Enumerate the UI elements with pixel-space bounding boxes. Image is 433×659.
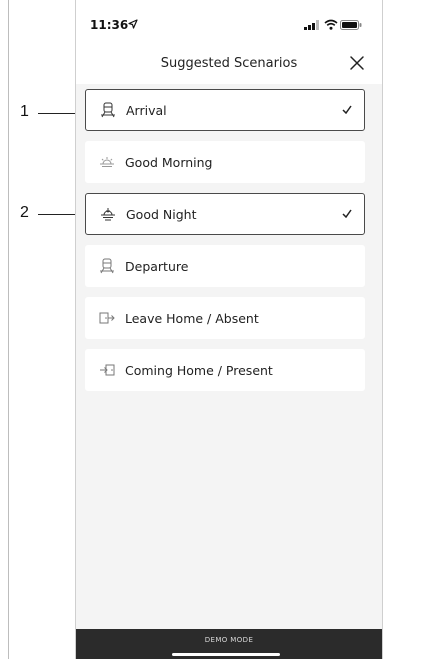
arrival-icon (101, 102, 115, 118)
scenario-item-good-night[interactable]: Good Night (85, 193, 365, 235)
coming-home-icon (100, 364, 115, 376)
scenario-item-leave-home[interactable]: Leave Home / Absent (85, 297, 365, 339)
scenario-label: Leave Home / Absent (125, 310, 259, 326)
page-title: Suggested Scenarios (160, 56, 298, 71)
scenario-item-good-morning[interactable]: Good Morning (85, 141, 365, 183)
demo-mode-label: DEMO MODE (204, 636, 254, 644)
scenario-label: Coming Home / Present (125, 362, 273, 378)
frame-left-line (8, 0, 9, 659)
scenario-label: Good Night (126, 206, 197, 222)
callout-number-1: 1 (20, 103, 29, 120)
sunset-icon (101, 208, 115, 221)
sunrise-icon (100, 157, 114, 167)
phone-screen: 11:36 Suggested Scenarios Arrival Good M… (75, 0, 383, 659)
scenario-list: Arrival Good Morning Good Night Departur… (85, 89, 365, 401)
scenario-item-coming-home[interactable]: Coming Home / Present (85, 349, 365, 391)
status-bar: 11:36 (76, 0, 382, 42)
scenario-item-departure[interactable]: Departure (85, 245, 365, 287)
scenario-label: Arrival (126, 102, 167, 118)
scenario-label: Good Morning (125, 154, 213, 170)
close-icon[interactable] (346, 52, 368, 74)
battery-icon (340, 20, 362, 30)
callout-number-2: 2 (20, 204, 29, 221)
departure-icon (100, 258, 114, 274)
scenario-label: Departure (125, 258, 189, 274)
status-time: 11:36 (90, 18, 129, 32)
scenario-item-arrival[interactable]: Arrival (85, 89, 365, 131)
checkmark-icon (342, 209, 352, 218)
home-indicator[interactable] (172, 653, 280, 656)
wifi-icon (324, 19, 338, 30)
leave-home-icon (99, 312, 115, 324)
demo-mode-bar: DEMO MODE (76, 629, 382, 659)
modal-header: Suggested Scenarios (76, 42, 382, 84)
checkmark-icon (342, 105, 352, 114)
location-arrow-icon (128, 19, 138, 29)
cellular-signal-icon (304, 20, 319, 30)
